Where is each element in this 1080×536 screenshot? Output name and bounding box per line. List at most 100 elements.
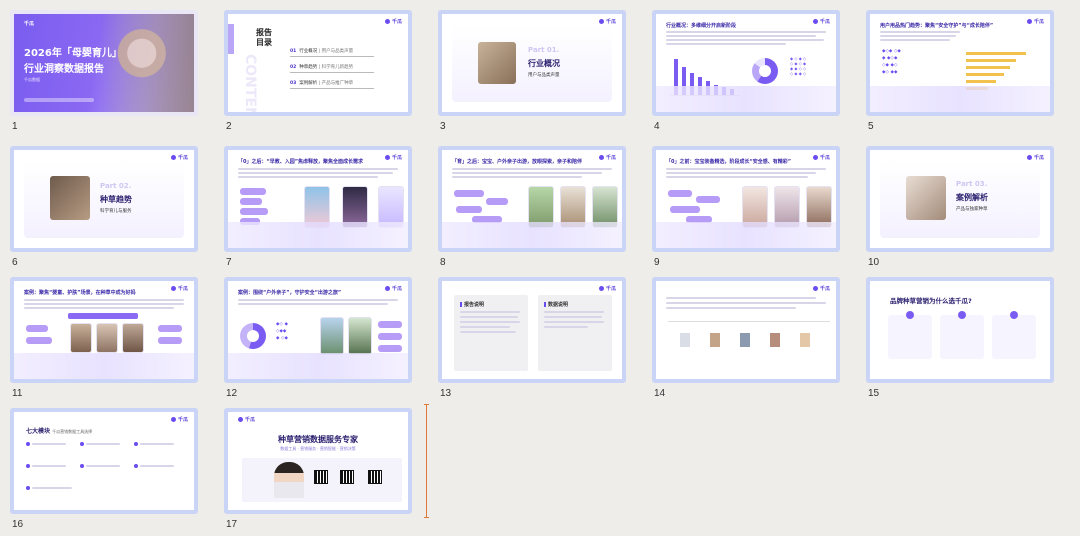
slide-number: 15 [868, 388, 880, 399]
brand-logo: 千瓜 [599, 285, 616, 292]
toc-accent-bar [228, 24, 234, 54]
text-line [32, 487, 72, 489]
text-line [24, 303, 184, 305]
slide-heading: 用户用品热门趋势：聚焦“安全守护”与“成长陪伴” [880, 23, 994, 29]
qr-code [340, 470, 354, 484]
text-line [238, 303, 388, 305]
part-title: 行业概况 [528, 59, 560, 68]
toc-item: 03 案例解析 | 产品与推广种草 [290, 81, 354, 86]
slide-heading: 行业概况：多维细分开启新阶段 [666, 23, 737, 29]
text-line [86, 465, 120, 467]
module-dot [80, 464, 84, 468]
decor-wave [442, 222, 622, 248]
slide-thumbnail-5[interactable]: 千瓜 用户用品热门趋势：聚焦“安全守护”与“成长陪伴” ◆◇◆ ◇◆ ◆ ◆◇◆ ◇… [866, 10, 1056, 132]
slide-heading: 案例：聚焦“婴童、护肤”场景，在种草中成为好妈 [24, 290, 136, 296]
slide-number: 1 [12, 121, 18, 132]
tag-pill [240, 188, 266, 195]
text-line [666, 307, 796, 309]
slide-heading: 七大模块 千瓜营销数据工具选择 [26, 428, 93, 435]
info-box-title: 数据说明 [544, 301, 568, 308]
slide-heading: 「0」之前：宝宝装备精选，阶段成长“安全感、有精彩” [666, 159, 792, 165]
toc-divider [290, 56, 374, 57]
tag-pill [454, 190, 484, 197]
text-line [238, 172, 393, 174]
slide-heading: 「育」之后：宝宝、户外亲子出游，放眼探索，亲子和陪伴 [452, 159, 583, 165]
text-line [452, 168, 612, 170]
text-line [238, 299, 398, 301]
text-line [666, 43, 786, 45]
part-subtitle: 用户与品类声量 [528, 73, 560, 78]
brand-logo: 千瓜 [385, 154, 402, 161]
decor-wave [14, 353, 194, 379]
post-card [96, 323, 118, 353]
text-line [140, 443, 174, 445]
module-dot [26, 486, 30, 490]
decor-wave [870, 86, 1050, 112]
slide-number: 12 [226, 388, 238, 399]
text-line [880, 39, 950, 41]
insertion-cursor [424, 404, 429, 518]
text-line [32, 465, 66, 467]
slide-thumbnail-6[interactable]: 千瓜 Part 02. 种草趋势 科学育儿与服务 6 [10, 146, 200, 268]
qr-code [314, 470, 328, 484]
module-dot [134, 464, 138, 468]
brand-logo: 千瓜 [385, 285, 402, 292]
word-cloud: ◆◇ ◆ ◇◆◆ ◆ ◇◆ [276, 322, 288, 341]
brand-logo: 千瓜 [171, 285, 188, 292]
cover-title-line1: 2026年「母婴育儿」 [24, 48, 122, 59]
slide-thumbnail-4[interactable]: 千瓜 行业概况：多维细分开启新阶段 ◆ ◇ ◆ ◇ ◇ ◆ ◇ ◆ ◆ ◆ ◇ ◇ ◇… [652, 10, 842, 132]
module-dot [26, 464, 30, 468]
module-dot [80, 442, 84, 446]
decor-wave [228, 222, 408, 248]
text-line [544, 321, 604, 323]
slide-thumbnail-3[interactable]: 千瓜 Part 01. 行业概况 用户与品类声量 3 [438, 10, 628, 132]
cover-footer-bar [24, 98, 94, 102]
feature-card [992, 311, 1036, 359]
slide-thumbnail-7[interactable]: 千瓜 「0」之后：“早教、入园”焦虑释放，聚焦全面成长需求 7 [224, 146, 414, 268]
feature-card [888, 311, 932, 359]
module-dot [134, 442, 138, 446]
text-line [666, 31, 826, 33]
slide-number: 11 [12, 388, 23, 399]
brand-logo: 千瓜 [238, 416, 255, 423]
part-title: 种草趋势 [100, 195, 132, 204]
decor-wave [228, 353, 408, 379]
slide-thumbnail-9[interactable]: 千瓜 「0」之前：宝宝装备精选，阶段成长“安全感、有精彩” 9 [652, 146, 842, 268]
presenter-photo [274, 462, 304, 498]
text-line [666, 39, 824, 41]
slide-thumbnail-17[interactable]: 千瓜 种草营销数据服务专家 数据工具 · 营销服务 · 营销智能 · 营销决策 … [224, 408, 414, 530]
slide-thumbnail-8[interactable]: 千瓜 「育」之后：宝宝、户外亲子出游，放眼探索，亲子和陪伴 8 [438, 146, 628, 268]
slide-thumbnail-12[interactable]: 千瓜 案例：围绕“户外亲子”，守护安全“出游之旅” ◆◇ ◆ ◇◆◆ ◆ ◇◆ 12 [224, 277, 414, 399]
closing-subtitle: 数据工具 · 营销服务 · 营销智能 · 营销决策 [280, 446, 356, 451]
product-strip [670, 327, 830, 363]
text-line [666, 35, 816, 37]
slide-thumbnail-14[interactable]: 千瓜 14 [652, 277, 842, 399]
text-line [238, 168, 398, 170]
slide-number: 4 [654, 121, 660, 132]
toc-item: 01 行业概况 | 用户与品类声量 [290, 49, 354, 54]
part-title: 案例解析 [956, 193, 988, 202]
brand-logo: 千瓜 [24, 21, 35, 27]
section-photo [50, 176, 90, 220]
slide-thumbnail-2[interactable]: 千瓜 CONTENTS 报告 目录 01 行业概况 | 用户与品类声量 02 种草趋势… [224, 10, 414, 132]
post-card [122, 323, 144, 353]
part-number: Part 03. [956, 180, 988, 188]
text-line [24, 307, 174, 309]
text-line [238, 176, 378, 178]
slide-heading: 「0」之后：“早教、入园”焦虑释放，聚焦全面成长需求 [238, 159, 364, 165]
slide-thumbnail-10[interactable]: 千瓜 Part 03. 案例解析 产品与独家种草 10 [866, 146, 1056, 268]
slide-thumbnail-16[interactable]: 千瓜 七大模块 千瓜营销数据工具选择 16 [10, 408, 200, 530]
slide-thumbnail-13[interactable]: 千瓜 报告说明 数据说明 13 [438, 277, 628, 399]
text-line [544, 311, 604, 313]
slide-thumbnail-11[interactable]: 千瓜 案例：聚焦“婴童、护肤”场景，在种草中成为好妈 11 [10, 277, 200, 399]
text-line [544, 326, 588, 328]
slide-thumbnail-15[interactable]: 品牌种草营销为什么选千瓜? 15 [866, 277, 1056, 399]
slide-thumbnail-1[interactable]: 千瓜 2026年「母婴育儿」 行业洞察数据报告 千瓜数据 1 [10, 10, 200, 132]
text-line [460, 326, 510, 328]
slide-number: 6 [12, 257, 18, 268]
slide-heading: 品牌种草营销为什么选千瓜? [890, 297, 972, 305]
text-line [666, 302, 826, 304]
brand-logo: 千瓜 [813, 285, 830, 292]
slide-number: 5 [868, 121, 874, 132]
text-line [666, 168, 826, 170]
